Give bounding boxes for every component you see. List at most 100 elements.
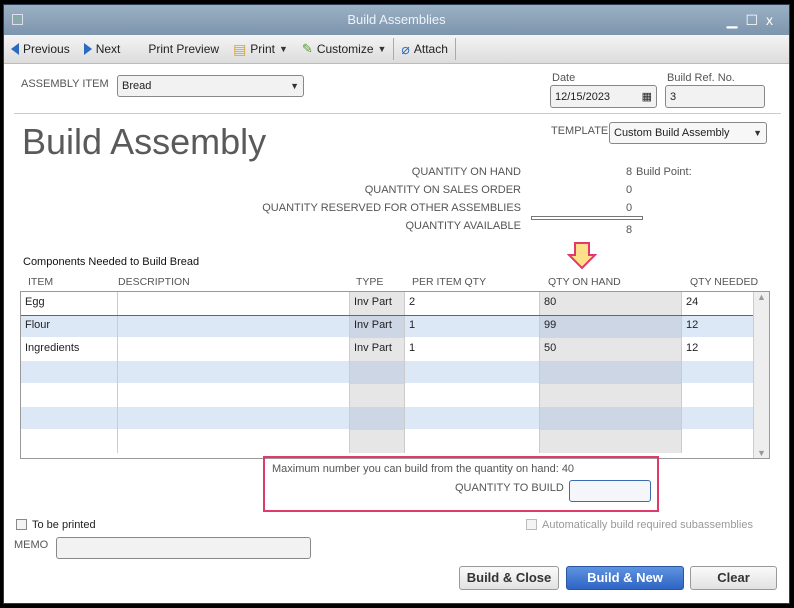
- minimize-icon[interactable]: ▁: [727, 12, 746, 28]
- cell-type[interactable]: [350, 430, 405, 453]
- system-menu-icon[interactable]: [12, 14, 23, 25]
- cell-on-hand[interactable]: 50: [540, 338, 682, 361]
- auto-build-checkbox[interactable]: [526, 519, 537, 530]
- cell-description[interactable]: [118, 407, 350, 430]
- col-qty-needed[interactable]: QTY NEEDED: [690, 276, 758, 288]
- print-button[interactable]: ▤ Print ▼: [226, 35, 295, 63]
- qty-reserved-value: 0: [626, 202, 633, 214]
- cell-needed[interactable]: 12: [682, 338, 754, 361]
- cell-type[interactable]: [350, 361, 405, 384]
- cell-needed[interactable]: 12: [682, 315, 754, 338]
- col-type[interactable]: TYPE: [356, 276, 383, 288]
- cell-item[interactable]: [21, 384, 118, 407]
- ref-label: Build Ref. No.: [667, 72, 735, 84]
- maximize-icon[interactable]: ☐: [745, 12, 766, 28]
- build-new-button[interactable]: Build & New: [566, 566, 684, 590]
- previous-button[interactable]: Previous: [4, 35, 77, 63]
- table-row[interactable]: Egg Inv Part 2 80 24: [21, 292, 755, 316]
- qty-sales-order-label: QUANTITY ON SALES ORDER: [364, 184, 521, 196]
- next-button[interactable]: Next: [77, 35, 128, 63]
- cell-type[interactable]: Inv Part: [350, 292, 405, 315]
- empty-row[interactable]: [21, 407, 754, 430]
- arrow-left-icon: [11, 43, 19, 55]
- cell-per-item[interactable]: 1: [405, 315, 540, 338]
- customize-button[interactable]: ✎ Customize ▼: [295, 35, 394, 63]
- template-label: TEMPLATE: [551, 125, 609, 137]
- attach-button[interactable]: ⌀ Attach: [394, 35, 454, 63]
- build-assemblies-window: Build Assemblies ▁☐x Previous Next Print…: [3, 4, 790, 604]
- empty-row[interactable]: [21, 361, 754, 384]
- build-close-button[interactable]: Build & Close: [459, 566, 559, 590]
- cell-description[interactable]: [118, 338, 350, 361]
- print-label: Print: [250, 42, 275, 56]
- template-select[interactable]: Custom Build Assembly ▼: [609, 122, 767, 144]
- cell-on-hand[interactable]: [540, 384, 682, 407]
- cell-per-item[interactable]: [405, 361, 540, 384]
- cell-item[interactable]: Ingredients: [21, 338, 118, 361]
- cell-needed[interactable]: [682, 361, 754, 384]
- to-be-printed-checkbox[interactable]: [16, 519, 27, 530]
- assembly-item-select[interactable]: Bread ▼: [117, 75, 304, 97]
- chevron-down-icon[interactable]: ▼: [279, 44, 288, 54]
- previous-label: Previous: [23, 42, 70, 56]
- cell-needed[interactable]: [682, 384, 754, 407]
- empty-row[interactable]: [21, 384, 754, 407]
- cell-item[interactable]: Flour: [21, 315, 118, 338]
- qty-to-build-input[interactable]: [569, 480, 651, 502]
- cell-per-item[interactable]: [405, 407, 540, 430]
- cell-description[interactable]: [118, 292, 350, 315]
- cell-type[interactable]: [350, 384, 405, 407]
- qty-sales-order-value: 0: [626, 184, 633, 196]
- cell-item[interactable]: [21, 407, 118, 430]
- printer-icon: ▤: [233, 40, 247, 57]
- chevron-down-icon: ▼: [290, 81, 299, 91]
- cell-on-hand[interactable]: [540, 430, 682, 453]
- cell-item[interactable]: Egg: [21, 292, 118, 315]
- scrollbar[interactable]: ▲ ▼: [753, 292, 769, 458]
- memo-input[interactable]: [56, 537, 311, 559]
- paperclip-icon: ⌀: [401, 40, 410, 57]
- table-row[interactable]: Flour Inv Part 1 99 12: [21, 315, 754, 338]
- ref-value: 3: [670, 90, 677, 103]
- col-item[interactable]: ITEM: [28, 276, 53, 288]
- chevron-down-icon[interactable]: ▼: [378, 44, 387, 54]
- col-qty-on-hand[interactable]: QTY ON HAND: [548, 276, 621, 288]
- cell-per-item[interactable]: 2: [405, 292, 540, 315]
- cell-type[interactable]: Inv Part: [350, 338, 405, 361]
- cell-needed[interactable]: [682, 407, 754, 430]
- cell-on-hand[interactable]: 99: [540, 315, 682, 338]
- print-preview-button[interactable]: Print Preview: [141, 35, 226, 63]
- cell-per-item[interactable]: 1: [405, 338, 540, 361]
- cell-type[interactable]: [350, 407, 405, 430]
- close-icon[interactable]: x: [766, 12, 781, 28]
- clear-button[interactable]: Clear: [690, 566, 777, 590]
- empty-row[interactable]: [21, 430, 754, 453]
- date-label: Date: [552, 72, 576, 84]
- col-description[interactable]: DESCRIPTION: [118, 276, 190, 288]
- calendar-icon[interactable]: ▦: [642, 90, 652, 103]
- cell-on-hand[interactable]: [540, 361, 682, 384]
- cell-type[interactable]: Inv Part: [350, 315, 405, 338]
- assembly-item-label: ASSEMBLY ITEM: [21, 78, 109, 90]
- cell-item[interactable]: [21, 430, 118, 453]
- cell-per-item[interactable]: [405, 430, 540, 453]
- cell-description[interactable]: [118, 315, 350, 338]
- attach-label: Attach: [413, 42, 448, 56]
- cell-item[interactable]: [21, 361, 118, 384]
- cell-description[interactable]: [118, 430, 350, 453]
- cell-on-hand[interactable]: 80: [540, 292, 682, 315]
- date-field[interactable]: 12/15/2023 ▦: [550, 85, 657, 108]
- print-preview-label: Print Preview: [148, 42, 220, 56]
- max-build-text: Maximum number you can build from the qu…: [272, 463, 575, 475]
- cell-per-item[interactable]: [405, 384, 540, 407]
- cell-description[interactable]: [118, 384, 350, 407]
- cell-on-hand[interactable]: [540, 407, 682, 430]
- cell-description[interactable]: [118, 361, 350, 384]
- cell-needed[interactable]: [682, 430, 754, 453]
- ref-field[interactable]: 3: [665, 85, 765, 108]
- cell-needed[interactable]: 24: [682, 292, 754, 315]
- title-bar: Build Assemblies ▁☐x: [4, 5, 789, 35]
- col-per-item-qty[interactable]: PER ITEM QTY: [412, 276, 486, 288]
- memo-label: MEMO: [14, 539, 49, 551]
- table-row[interactable]: Ingredients Inv Part 1 50 12: [21, 338, 754, 361]
